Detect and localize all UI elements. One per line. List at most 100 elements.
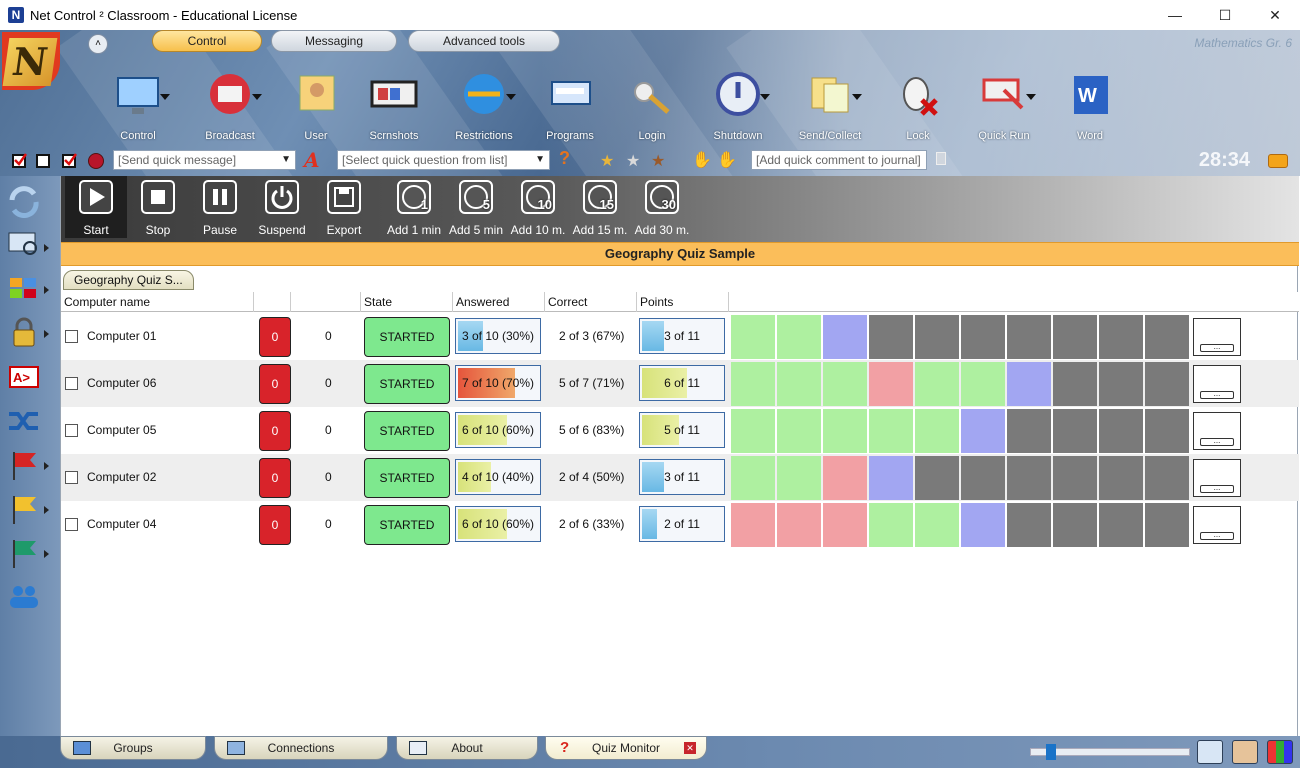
tool-quick-run[interactable]: Quick Run — [966, 68, 1042, 142]
details-button[interactable]: ... — [1193, 318, 1241, 356]
dropdown-arrow-icon[interactable] — [160, 94, 170, 100]
alert-count-badge[interactable]: 0 — [259, 458, 291, 498]
quiz-tab[interactable]: Geography Quiz S... — [63, 270, 194, 290]
tool-scrnshots[interactable]: Scrnshots — [356, 68, 432, 142]
row-checkbox[interactable] — [65, 471, 78, 484]
question-result-cell[interactable] — [869, 456, 913, 500]
export-button[interactable]: Export — [313, 180, 375, 237]
tab-connections[interactable]: Connections — [214, 736, 388, 760]
journal-icon[interactable] — [936, 152, 946, 165]
tab-control[interactable]: Control — [152, 30, 262, 52]
tool-programs[interactable]: Programs — [532, 68, 608, 142]
row-checkbox[interactable] — [65, 377, 78, 390]
question-result-cell[interactable] — [869, 409, 913, 453]
dropdown-arrow-icon[interactable] — [1026, 94, 1036, 100]
pause-button[interactable]: Pause — [189, 180, 251, 237]
add-30-min-button[interactable]: 30 Add 30 m. — [631, 180, 693, 237]
question-result-cell[interactable] — [777, 409, 821, 453]
question-result-cell[interactable] — [777, 315, 821, 359]
question-result-cell[interactable] — [1099, 362, 1143, 406]
help-icon[interactable]: ? — [559, 148, 570, 169]
dropdown-arrow-icon[interactable] — [852, 94, 862, 100]
tool-restrictions[interactable]: Restrictions — [446, 68, 522, 142]
question-result-cell[interactable] — [961, 362, 1005, 406]
tool-user[interactable]: User — [278, 68, 354, 142]
question-result-cell[interactable] — [961, 503, 1005, 547]
question-result-cell[interactable] — [1145, 456, 1189, 500]
start-button[interactable]: Start — [65, 176, 127, 238]
details-button[interactable]: ... — [1193, 506, 1241, 544]
zoom-slider-knob[interactable] — [1046, 744, 1056, 760]
quick-message-input[interactable]: [Send quick message] ▼ — [113, 150, 296, 170]
column-answered[interactable]: Answered — [453, 292, 545, 312]
alert-count-badge[interactable]: 0 — [259, 364, 291, 404]
yellow-flag-icon[interactable] — [6, 492, 42, 526]
question-result-cell[interactable] — [961, 409, 1005, 453]
question-result-cell[interactable] — [869, 315, 913, 359]
tab-messaging[interactable]: Messaging — [271, 30, 397, 52]
collapse-ribbon-button[interactable]: ˄ — [88, 34, 108, 54]
question-result-cell[interactable] — [915, 315, 959, 359]
padlock-icon[interactable] — [6, 316, 42, 350]
add-15-min-button[interactable]: 15 Add 15 m. — [569, 180, 631, 237]
question-result-cell[interactable] — [823, 315, 867, 359]
row-checkbox[interactable] — [65, 330, 78, 343]
refresh-icon[interactable] — [6, 184, 42, 218]
question-result-cell[interactable] — [1007, 362, 1051, 406]
question-result-cell[interactable] — [1145, 362, 1189, 406]
add-10-min-button[interactable]: 10 Add 10 m. — [507, 180, 569, 237]
silver-star-icon[interactable]: ★ — [626, 151, 640, 171]
lower-hand-icon[interactable]: ✋ — [717, 150, 737, 170]
question-result-cell[interactable] — [823, 362, 867, 406]
question-result-cell[interactable] — [1007, 456, 1051, 500]
tool-broadcast[interactable]: Broadcast — [192, 68, 268, 142]
alert-count-badge[interactable]: 0 — [259, 411, 291, 451]
details-button[interactable]: ... — [1193, 365, 1241, 403]
question-result-cell[interactable] — [777, 362, 821, 406]
table-row[interactable]: Computer 01 0 0 STARTED 3 of 10 (30%) 2 of 3 … — [61, 313, 1299, 360]
question-result-cell[interactable] — [915, 456, 959, 500]
question-result-cell[interactable] — [1053, 409, 1097, 453]
tool-word[interactable]: W Word — [1052, 68, 1128, 142]
tool-control[interactable]: Control — [100, 68, 176, 142]
table-row[interactable]: Computer 04 0 0 STARTED 6 of 10 (60%) 2 of 6 … — [61, 501, 1299, 548]
question-result-cell[interactable] — [731, 362, 775, 406]
question-result-cell[interactable] — [961, 456, 1005, 500]
question-result-cell[interactable] — [915, 409, 959, 453]
dropdown-arrow-icon[interactable] — [252, 94, 262, 100]
details-button[interactable]: ... — [1193, 412, 1241, 450]
details-button[interactable]: ... — [1193, 459, 1241, 497]
green-flag-icon[interactable] — [6, 536, 42, 570]
wallet-icon[interactable] — [1268, 154, 1288, 168]
tool-send-collect[interactable]: Send/Collect — [792, 68, 868, 142]
dropdown-arrow-icon[interactable] — [506, 94, 516, 100]
tab-advanced-tools[interactable]: Advanced tools — [408, 30, 560, 52]
stop-button[interactable]: Stop — [127, 180, 189, 237]
tab-about[interactable]: About — [396, 736, 538, 760]
question-result-cell[interactable] — [1053, 362, 1097, 406]
column-points[interactable]: Points — [637, 292, 729, 312]
question-result-cell[interactable] — [869, 362, 913, 406]
question-result-cell[interactable] — [1053, 315, 1097, 359]
question-result-cell[interactable] — [1099, 456, 1143, 500]
font-icon[interactable]: A — [304, 148, 320, 172]
question-result-cell[interactable] — [731, 503, 775, 547]
block-icon[interactable] — [88, 153, 104, 169]
row-checkbox[interactable] — [65, 424, 78, 437]
user-view-icon[interactable] — [1232, 740, 1258, 764]
layout-icon[interactable] — [6, 272, 42, 306]
zoom-slider[interactable] — [1030, 744, 1190, 760]
tab-quiz-monitor[interactable]: ? Quiz Monitor ✕ — [545, 736, 707, 760]
table-row[interactable]: Computer 06 0 0 STARTED 7 of 10 (70%) 5 of 7 … — [61, 360, 1299, 407]
alert-count-badge[interactable]: 0 — [259, 505, 291, 545]
suspend-button[interactable]: Suspend — [251, 180, 313, 237]
minimize-button[interactable]: — — [1150, 0, 1200, 30]
question-result-cell[interactable] — [869, 503, 913, 547]
add-5-min-button[interactable]: 5 Add 5 min — [445, 180, 507, 237]
question-result-cell[interactable] — [1007, 503, 1051, 547]
tool-lock[interactable]: Lock — [880, 68, 956, 142]
table-row[interactable]: Computer 05 0 0 STARTED 6 of 10 (60%) 5 of 6 … — [61, 407, 1299, 454]
question-result-cell[interactable] — [777, 456, 821, 500]
question-result-cell[interactable] — [731, 456, 775, 500]
thumbnail-view-icon[interactable] — [1267, 740, 1293, 764]
